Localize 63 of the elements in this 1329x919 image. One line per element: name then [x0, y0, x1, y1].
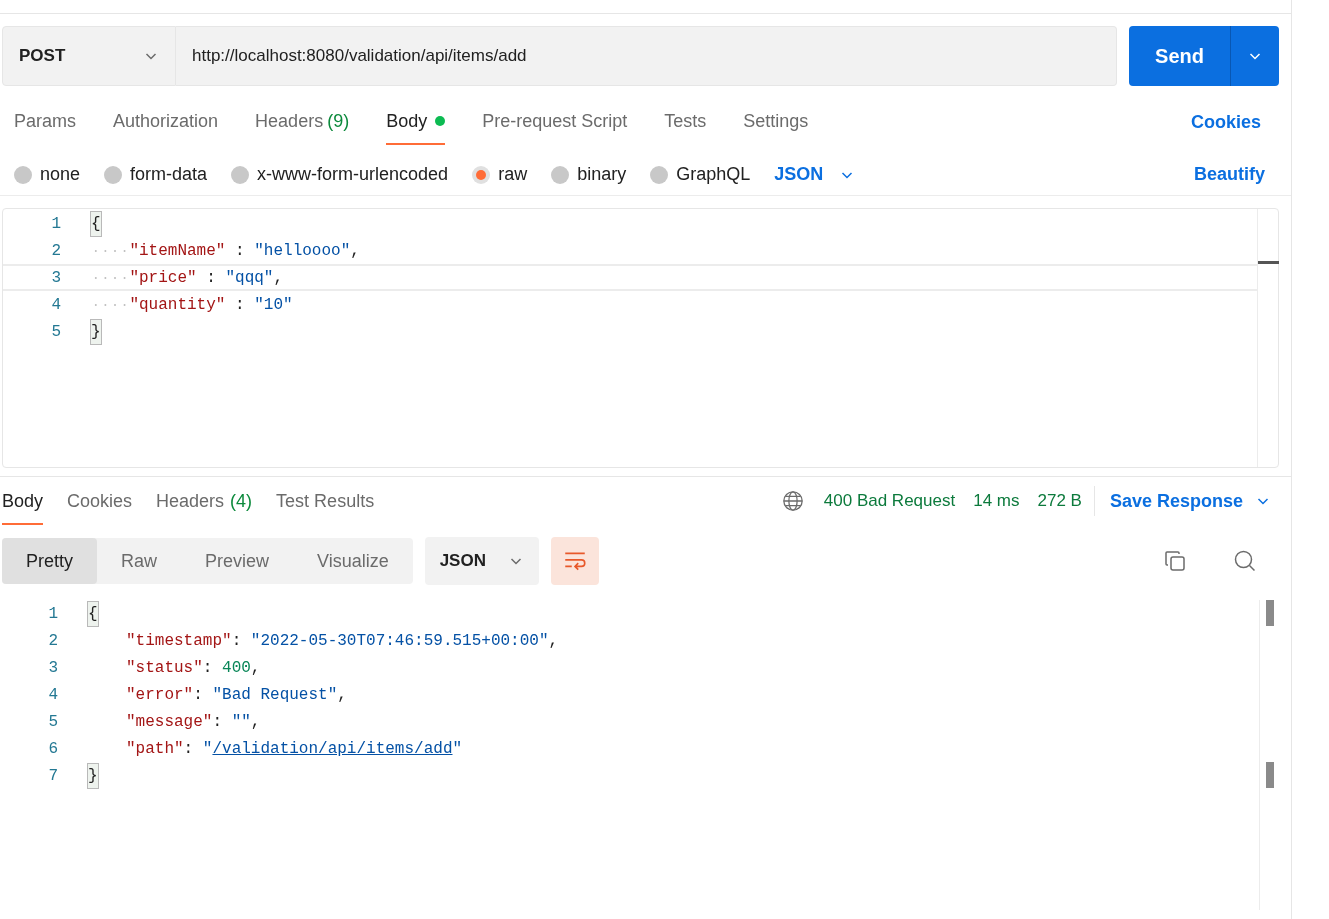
- request-tab[interactable]: Authorization: [113, 99, 219, 145]
- line-number: 2: [50, 240, 61, 262]
- request-tab[interactable]: Settings: [743, 99, 809, 145]
- request-tab[interactable]: Pre-request Script: [482, 99, 628, 145]
- line-number: 6: [47, 738, 58, 760]
- view-mode-tab[interactable]: Raw: [97, 538, 182, 584]
- line-number: 3: [47, 657, 58, 679]
- scrollbar-marker: [1258, 261, 1279, 264]
- request-tab[interactable]: Tests: [664, 99, 707, 145]
- scrollbar-marker: [1266, 600, 1274, 626]
- line-number: 7: [47, 765, 58, 787]
- response-tab[interactable]: Headers (4): [156, 477, 253, 525]
- response-tab[interactable]: Cookies: [67, 477, 133, 525]
- method-dropdown[interactable]: POST: [2, 26, 176, 86]
- response-format-dropdown[interactable]: JSON: [424, 537, 539, 585]
- code-line: "message": "",: [126, 711, 261, 733]
- request-tab[interactable]: Headers (9): [255, 99, 350, 145]
- response-tab[interactable]: Test Results: [276, 477, 375, 525]
- bracket: {: [88, 601, 98, 626]
- beautify-link[interactable]: Beautify: [1194, 161, 1265, 188]
- view-mode-tab[interactable]: Visualize: [293, 538, 413, 584]
- line-number: 5: [50, 321, 61, 343]
- line-number: 1: [50, 213, 61, 235]
- request-tab[interactable]: Body: [386, 99, 446, 145]
- code-line: "timestamp": "2022-05-30T07:46:59.515+00:00",: [126, 630, 559, 652]
- request-body-editor[interactable]: 1 { 2 "itemName" : "helloooo", 3 "price" : "qqq", 4 "quantity" : "10" 5 }: [2, 208, 1279, 468]
- save-response-button[interactable]: Save Response: [1109, 487, 1271, 515]
- code-line: "quantity" : "10": [129, 294, 293, 316]
- line-number: 1: [47, 603, 58, 625]
- view-mode-tab[interactable]: Pretty: [2, 538, 97, 584]
- status-text: 400 Bad Request: [823, 490, 956, 513]
- wrap-lines-button[interactable]: [550, 537, 599, 585]
- request-tab[interactable]: Params: [14, 99, 76, 145]
- code-line: "itemName" : "helloooo",: [129, 240, 360, 262]
- line-number: 3: [50, 267, 61, 289]
- body-format-dropdown[interactable]: JSON: [774, 161, 856, 188]
- code-line: "error": "Bad Request",: [126, 684, 347, 706]
- size-text: 272 B: [1037, 490, 1082, 513]
- time-text: 14 ms: [973, 490, 1020, 513]
- body-type-radio[interactable]: GraphQL: [650, 161, 751, 188]
- code-line: "price" : "qqq",: [129, 267, 284, 289]
- copy-icon[interactable]: [1163, 549, 1187, 573]
- line-number: 4: [47, 684, 58, 706]
- bracket: {: [91, 211, 101, 236]
- view-mode-tab[interactable]: Preview: [181, 538, 294, 584]
- body-type-radio[interactable]: form-data: [104, 161, 208, 188]
- body-type-radio[interactable]: x-www-form-urlencoded: [231, 161, 449, 188]
- code-line: "path": "/validation/api/items/add": [126, 738, 463, 760]
- body-type-radio[interactable]: binary: [551, 161, 627, 188]
- line-number: 4: [50, 294, 61, 316]
- response-tab[interactable]: Body: [2, 477, 44, 525]
- code-line: "status": 400,: [126, 657, 261, 679]
- body-type-radio[interactable]: raw: [472, 161, 528, 188]
- url-field[interactable]: http://localhost:8080/validation/api/items/add: [176, 26, 1117, 86]
- bracket: }: [91, 319, 101, 344]
- globe-icon: [781, 490, 804, 512]
- search-icon[interactable]: [1233, 549, 1257, 573]
- cookies-link[interactable]: Cookies: [1190, 108, 1261, 136]
- line-number: 2: [47, 630, 58, 652]
- body-type-radio[interactable]: none: [14, 161, 81, 188]
- bracket: }: [88, 763, 98, 788]
- scrollbar-marker: [1266, 762, 1274, 788]
- line-number: 5: [47, 711, 58, 733]
